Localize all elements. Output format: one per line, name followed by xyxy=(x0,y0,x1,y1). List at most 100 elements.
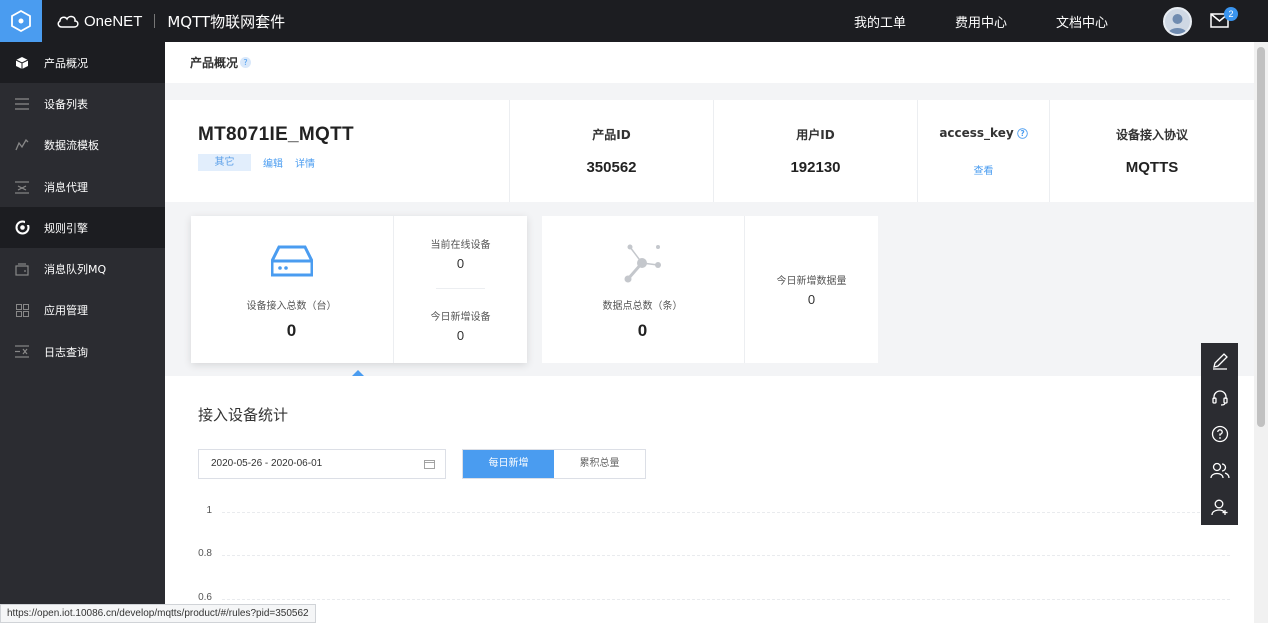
rule-engine-icon xyxy=(15,220,30,235)
users-icon xyxy=(1209,463,1230,479)
product-category-tag: 其它 xyxy=(198,154,251,171)
grid-line xyxy=(222,599,1230,600)
avatar-person-icon xyxy=(1168,14,1187,34)
info-help-icon[interactable]: ? xyxy=(1016,127,1028,139)
customer-service-button[interactable] xyxy=(1201,379,1238,415)
cloud-logo-icon xyxy=(57,15,79,28)
product-id-cell: 产品ID 350562 xyxy=(510,100,714,202)
brand-divider xyxy=(154,14,156,28)
online-devices-label: 当前在线设备 xyxy=(430,240,491,251)
protocol-value: MQTTS xyxy=(1125,159,1179,176)
user-plus-icon xyxy=(1210,499,1227,515)
user-avatar[interactable] xyxy=(1163,7,1192,36)
sidebar-item-label: 数据流模板 xyxy=(44,139,99,153)
sidebar-item-label: 消息代理 xyxy=(44,180,88,194)
page-scrollbar[interactable] xyxy=(1254,42,1268,623)
date-range-picker[interactable]: 2020-05-26 - 2020-06-01 xyxy=(198,449,446,479)
datapoint-icon xyxy=(624,244,661,283)
suite-title: MQTT物联网套件 xyxy=(167,12,286,31)
device-total-value: 0 xyxy=(286,321,297,340)
top-bar: OneNET MQTT物联网套件 我的工单 费用中心 文档中心 2 xyxy=(0,0,1268,42)
sidebar-item-label: 产品概况 xyxy=(44,56,88,70)
floating-toolbar xyxy=(1201,343,1238,525)
sidebar-item-label: 应用管理 xyxy=(44,304,88,318)
datapoint-total-label: 数据点总数（条） xyxy=(602,301,683,312)
sidebar-item-app-management[interactable]: 应用管理 xyxy=(0,290,165,331)
sidebar-item-label: 日志查询 xyxy=(44,345,88,359)
sidebar-item-label: 设备列表 xyxy=(44,97,88,111)
date-range-value: 2020-05-26 - 2020-06-01 xyxy=(211,458,323,469)
device-icon xyxy=(271,245,313,277)
sidebar-item-message-proxy[interactable]: 消息代理 xyxy=(0,166,165,207)
log-icon xyxy=(15,345,29,358)
help-icon[interactable]: ? xyxy=(240,57,252,68)
queue-icon xyxy=(15,263,29,276)
y-axis-tick: 0.8 xyxy=(198,548,212,559)
nav-billing-center[interactable]: 费用中心 xyxy=(955,12,1007,31)
today-new-data-label: 今日新增数据量 xyxy=(776,276,847,287)
nav-my-tickets[interactable]: 我的工单 xyxy=(854,12,906,31)
onenet-logo-text[interactable]: OneNET xyxy=(84,13,142,30)
sidebar-item-rule-engine[interactable]: 规则引擎 xyxy=(0,207,165,249)
nav-docs-center[interactable]: 文档中心 xyxy=(1056,12,1108,31)
sidebar-item-datastream-template[interactable]: 数据流模板 xyxy=(0,125,165,166)
sidebar-item-log-query[interactable]: 日志查询 xyxy=(0,331,165,372)
sidebar-item-label: 消息队列MQ xyxy=(44,263,107,277)
pencil-icon xyxy=(1212,353,1228,370)
sidebar: 产品概况 设备列表 数据流模板 消息代理 规则引擎 消息队列MQ 应用管理 日志… xyxy=(0,42,165,623)
datapoint-total-value: 0 xyxy=(637,321,648,340)
today-new-devices-label: 今日新增设备 xyxy=(430,312,491,323)
grid-line xyxy=(222,555,1230,556)
product-id-value: 350562 xyxy=(586,159,637,176)
message-proxy-icon xyxy=(15,180,29,194)
section-title: 接入设备统计 xyxy=(198,406,289,424)
sidebar-item-label: 规则引擎 xyxy=(44,221,88,235)
page-title: 产品概况 xyxy=(190,56,239,70)
headset-icon xyxy=(1211,389,1228,406)
user-id-value: 192130 xyxy=(790,159,841,176)
link-status-bar: https://open.iot.10086.cn/develop/mqtts/… xyxy=(0,604,316,623)
product-id-label: 产品ID xyxy=(592,128,631,142)
small-divider xyxy=(436,288,485,289)
protocol-cell: 设备接入协议 MQTTS xyxy=(1050,100,1254,202)
scrollbar-thumb[interactable] xyxy=(1257,47,1265,427)
calendar-icon xyxy=(424,460,435,469)
access-key-label: access_key xyxy=(939,126,1014,140)
feedback-button[interactable] xyxy=(1201,343,1238,379)
help-button[interactable] xyxy=(1201,416,1238,452)
sidebar-item-message-queue[interactable]: 消息队列MQ xyxy=(0,248,165,289)
grid-line xyxy=(222,512,1230,513)
page-header: 产品概况 ? xyxy=(165,42,1254,83)
y-axis-tick: 0.6 xyxy=(198,592,212,603)
protocol-label: 设备接入协议 xyxy=(1115,128,1188,142)
view-access-key-link[interactable]: 查看 xyxy=(974,162,994,177)
community-button[interactable] xyxy=(1201,452,1238,488)
home-logo-button[interactable] xyxy=(0,0,42,42)
user-id-label: 用户ID xyxy=(796,128,835,142)
hexagon-logo-icon xyxy=(11,10,31,32)
cube-icon xyxy=(15,56,29,69)
chart-line-icon xyxy=(15,139,29,151)
access-key-cell: access_key ? 查看 xyxy=(918,100,1050,202)
edit-link[interactable]: 编辑 xyxy=(263,155,283,170)
today-new-devices-value: 0 xyxy=(456,328,465,343)
product-name: MT8071IE_MQTT xyxy=(198,124,354,145)
question-circle-icon xyxy=(1211,425,1228,443)
today-new-data-value: 0 xyxy=(807,292,816,307)
device-stats-card[interactable]: 设备接入总数（台） 0 当前在线设备 0 今日新增设备 0 xyxy=(191,216,527,363)
product-info-row: MT8071IE_MQTT 其它 编辑 详情 产品ID 350562 用户ID … xyxy=(165,100,1254,202)
detail-link[interactable]: 详情 xyxy=(295,155,315,170)
sidebar-item-product-overview[interactable]: 产品概况 xyxy=(0,42,165,84)
add-user-button[interactable] xyxy=(1201,489,1238,525)
card-divider xyxy=(744,216,745,363)
user-id-cell: 用户ID 192130 xyxy=(714,100,918,202)
datapoint-stats-card[interactable]: 数据点总数（条） 0 今日新增数据量 0 xyxy=(542,216,878,363)
list-icon xyxy=(15,98,29,110)
product-summary: MT8071IE_MQTT 其它 编辑 详情 xyxy=(165,100,510,202)
daily-new-button[interactable]: 每日新增 xyxy=(463,450,554,478)
sidebar-item-device-list[interactable]: 设备列表 xyxy=(0,83,165,124)
device-total-label: 设备接入总数（台） xyxy=(246,301,337,312)
brand: OneNET MQTT物联网套件 xyxy=(56,11,285,32)
mail-badge: 2 xyxy=(1224,7,1238,21)
cumulative-total-button[interactable]: 累积总量 xyxy=(554,450,645,478)
